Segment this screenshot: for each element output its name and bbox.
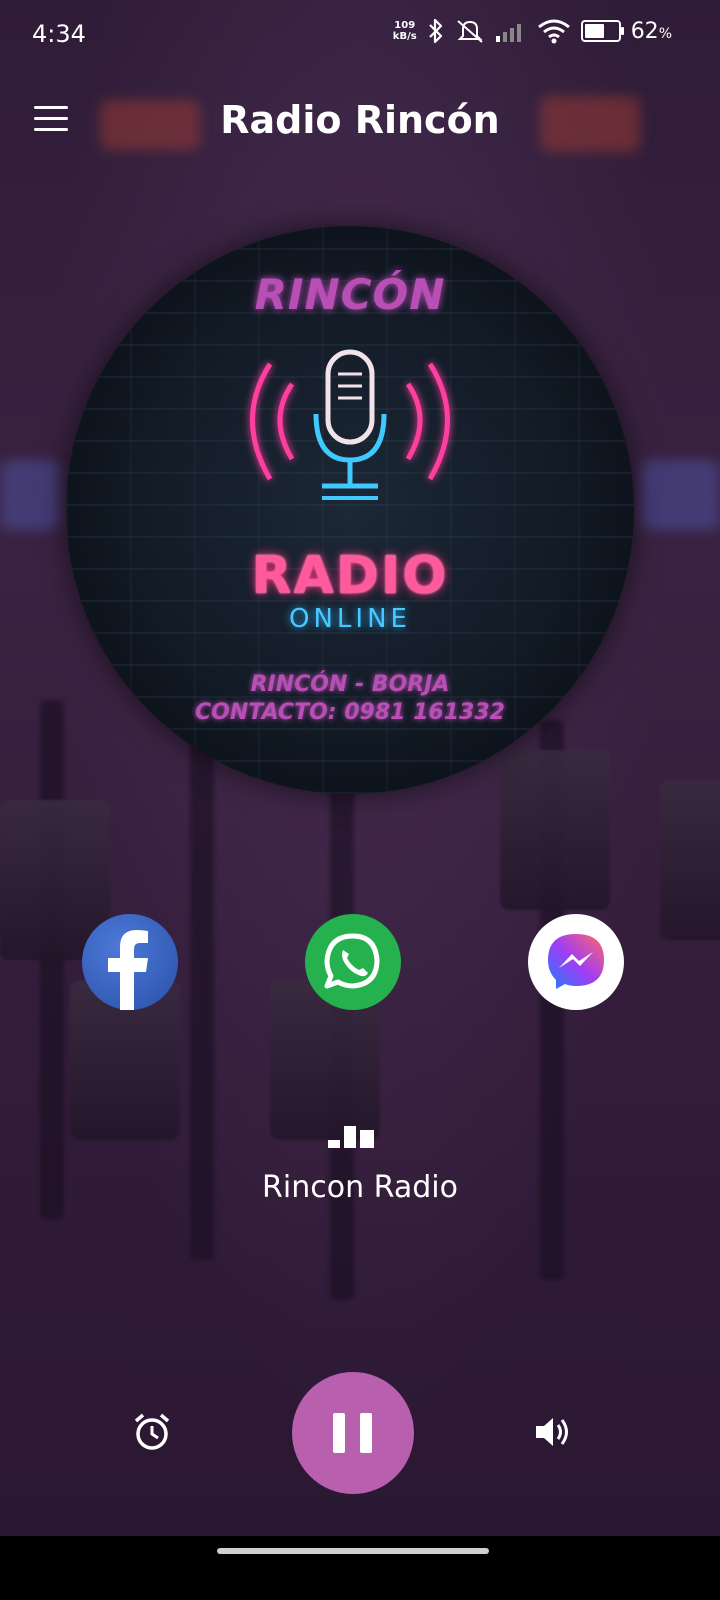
volume-icon[interactable]: [532, 1412, 572, 1452]
battery-percent: 62%: [630, 18, 672, 44]
whatsapp-button[interactable]: [305, 914, 401, 1010]
bluetooth-icon: [428, 18, 442, 44]
battery-icon: [580, 20, 624, 42]
facebook-icon: [108, 930, 148, 1010]
navigation-bar: [0, 1536, 720, 1600]
net-speed: 109 kB/s: [392, 20, 417, 42]
gesture-handle[interactable]: [217, 1548, 489, 1554]
messenger-button[interactable]: [528, 914, 624, 1010]
microphone-icon: [250, 349, 450, 500]
status-time: 4:34: [32, 20, 86, 48]
messenger-icon: [548, 934, 604, 989]
logo-online-text: ONLINE: [289, 604, 411, 634]
station-logo: RINCÓN RADIO ONLINE RINCÓN - BORJA CONTA…: [66, 226, 634, 794]
alarm-clock-icon[interactable]: [132, 1412, 172, 1452]
play-pause-button[interactable]: [292, 1372, 414, 1494]
app-bar: Radio Rincón: [0, 84, 720, 156]
wifi-icon: [537, 19, 570, 44]
whatsapp-icon: [324, 933, 380, 989]
equalizer-icon: [328, 1126, 380, 1148]
status-icons: 109 kB/s 62%: [393, 18, 672, 44]
facebook-button[interactable]: [82, 914, 178, 1010]
page-title: Radio Rincón: [220, 98, 500, 142]
signal-icon: [495, 24, 521, 42]
logo-radio-text: RADIO: [251, 546, 449, 606]
logo-contact-text: CONTACTO: 0981 161332: [195, 700, 505, 725]
mute-bell-icon: [457, 20, 483, 43]
station-name: Rincon Radio: [262, 1170, 458, 1205]
logo-top-text: RINCÓN: [254, 270, 446, 319]
battery-level: [584, 24, 604, 38]
logo-location-text: RINCÓN - BORJA: [250, 672, 450, 697]
status-bar: 4:34 109 kB/s 62%: [0, 0, 720, 72]
